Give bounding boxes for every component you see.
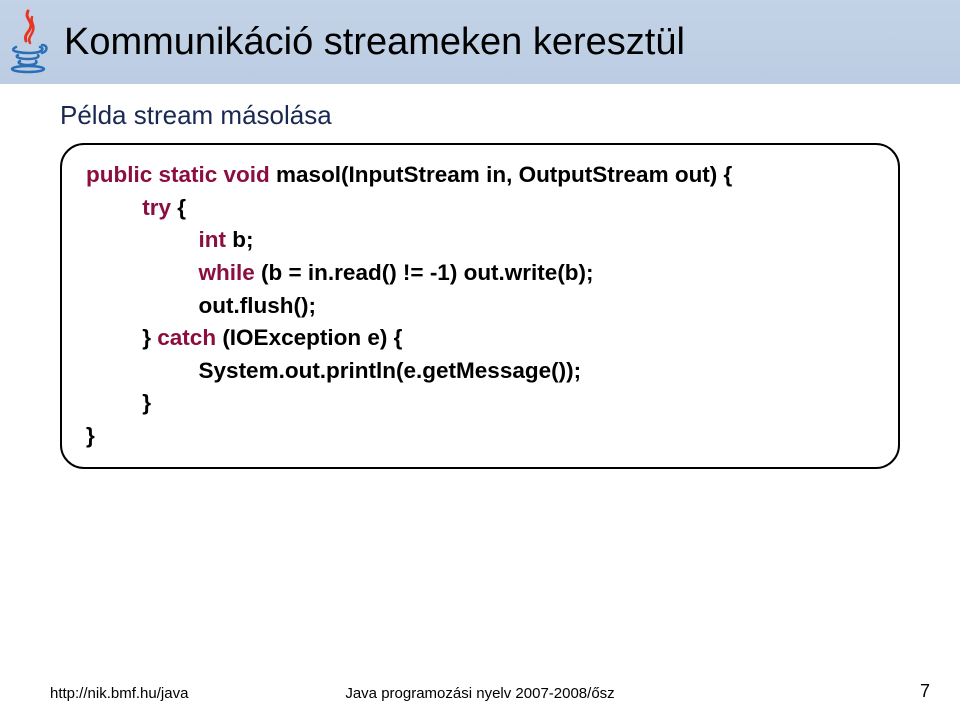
- slide: Kommunikáció streameken keresztül Példa …: [0, 0, 960, 720]
- code-line: try {: [86, 192, 874, 225]
- code-line: }: [86, 420, 874, 453]
- java-logo-icon: [4, 8, 52, 76]
- code-line: out.flush();: [86, 290, 874, 323]
- slide-body: Példa stream másolása public static void…: [60, 100, 920, 469]
- page-number: 7: [920, 681, 930, 702]
- code-line: int b;: [86, 224, 874, 257]
- code-block: public static void masol(InputStream in,…: [60, 143, 900, 469]
- footer: http://nik.bmf.hu/java Java programozási…: [0, 681, 960, 702]
- code-line: public static void masol(InputStream in,…: [86, 159, 874, 192]
- footer-left: http://nik.bmf.hu/java: [50, 685, 188, 702]
- header-band: Kommunikáció streameken keresztül: [0, 0, 960, 84]
- footer-center: Java programozási nyelv 2007-2008/ősz: [345, 685, 614, 702]
- code-line: System.out.println(e.getMessage());: [86, 355, 874, 388]
- subtitle: Példa stream másolása: [60, 100, 920, 131]
- code-line: }: [86, 387, 874, 420]
- slide-title: Kommunikáció streameken keresztül: [64, 21, 685, 64]
- code-line: } catch (IOException e) {: [86, 322, 874, 355]
- code-line: while (b = in.read() != -1) out.write(b)…: [86, 257, 874, 290]
